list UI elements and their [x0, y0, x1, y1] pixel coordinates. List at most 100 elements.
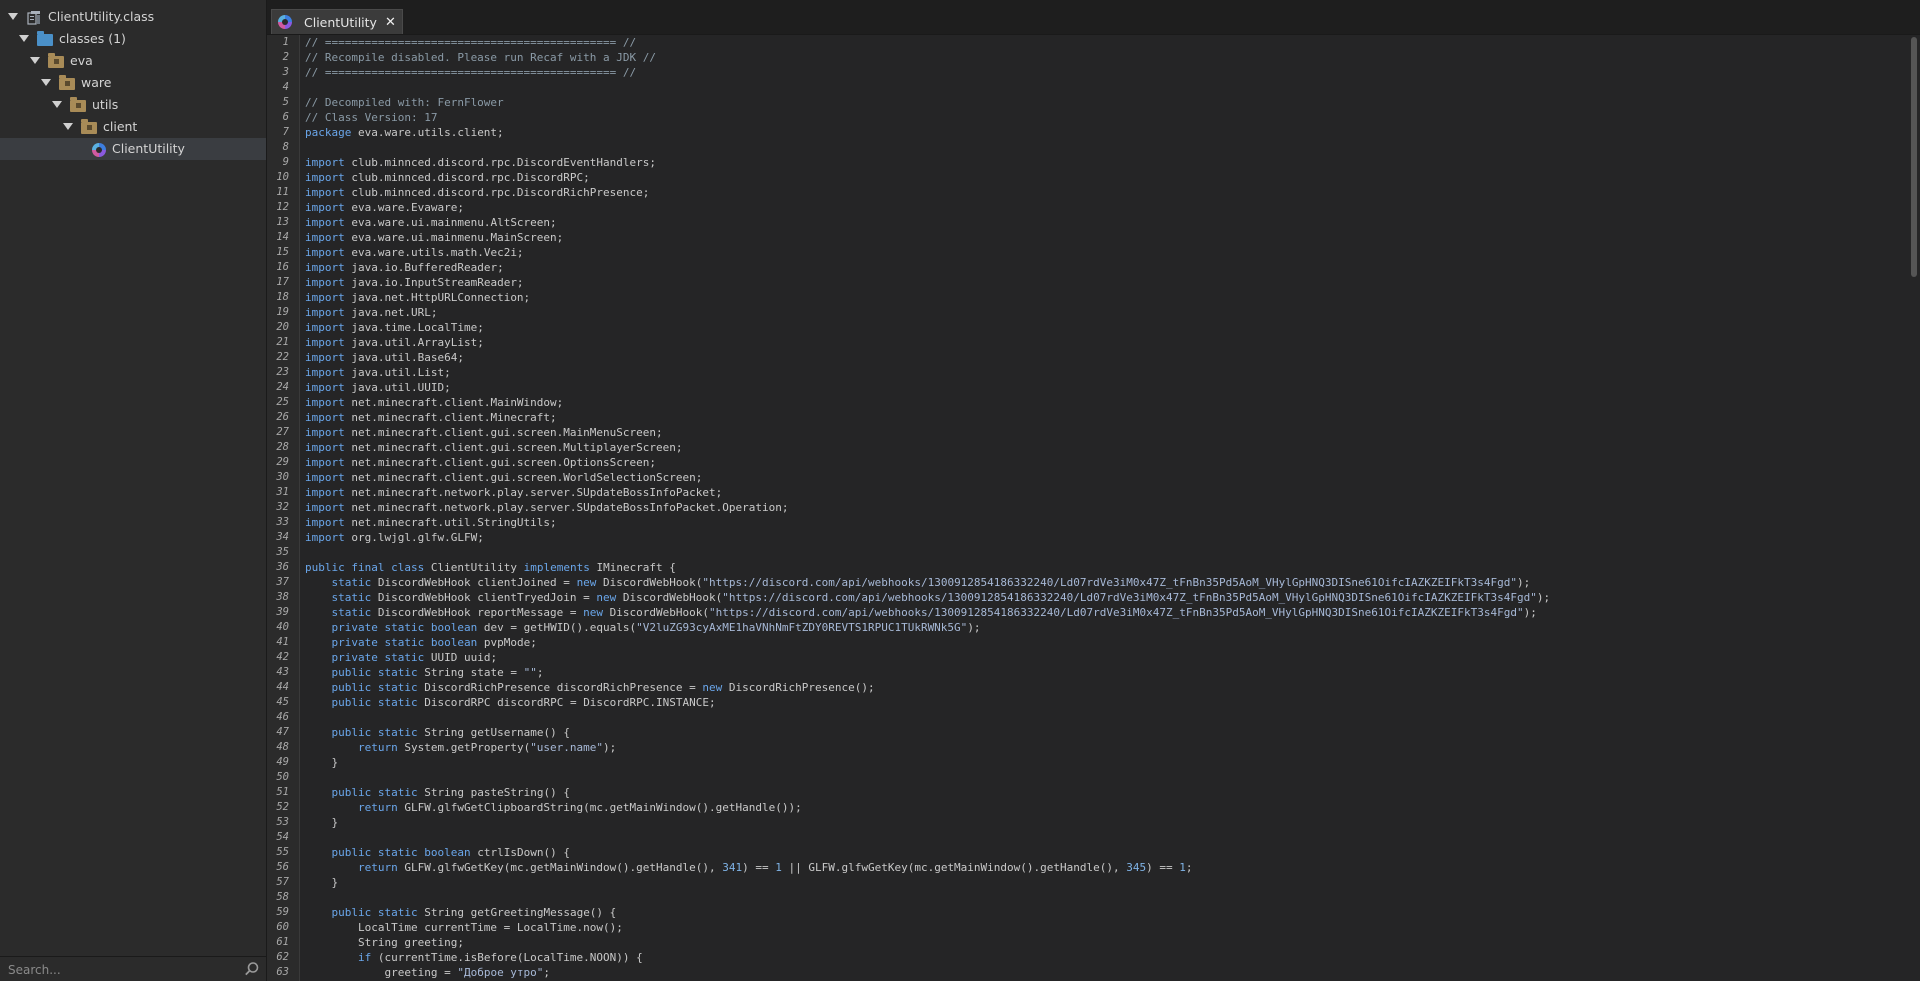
code-line[interactable]: 22 import java.util.Base64;: [267, 350, 1908, 365]
search-input[interactable]: [6, 960, 230, 980]
code-line[interactable]: 4: [267, 80, 1908, 95]
code-line[interactable]: 18 import java.net.HttpURLConnection;: [267, 290, 1908, 305]
code-line[interactable]: 35: [267, 545, 1908, 560]
line-number: 41: [276, 636, 289, 648]
code-line[interactable]: 41 private static boolean pvpMode;: [267, 635, 1908, 650]
code-line[interactable]: 61 String greeting;: [267, 935, 1908, 950]
code-text: static DiscordWebHook clientTryedJoin = …: [331, 591, 1551, 604]
code-line[interactable]: 29 import net.minecraft.client.gui.screen…: [267, 455, 1908, 470]
code-line[interactable]: 8: [267, 140, 1908, 155]
code-text: public static DiscordRichPresence discor…: [331, 681, 875, 694]
code-text: String greeting;: [305, 936, 464, 949]
code-line[interactable]: 20 import java.time.LocalTime;: [267, 320, 1908, 335]
code-line[interactable]: 47 public static String getUsername() {: [267, 725, 1908, 740]
code-line[interactable]: 11 import club.minnced.discord.rpc.Discor…: [267, 185, 1908, 200]
code-line[interactable]: 31 import net.minecraft.network.play.serv…: [267, 485, 1908, 500]
code-line[interactable]: 25 import net.minecraft.client.MainWindow…: [267, 395, 1908, 410]
code-line[interactable]: 60 LocalTime currentTime = LocalTime.now…: [267, 920, 1908, 935]
tab-clientutility[interactable]: ClientUtility ✕: [271, 9, 403, 34]
code-text: import eva.ware.utils.math.Vec2i;: [305, 246, 524, 259]
vertical-scrollbar[interactable]: [1908, 35, 1920, 981]
code-text: // Class Version: 17: [305, 111, 438, 124]
tree-item[interactable]: client: [0, 116, 266, 138]
code-line[interactable]: 45 public static DiscordRPC discordRPC =…: [267, 695, 1908, 710]
code-line[interactable]: 9 import club.minnced.discord.rpc.Discord…: [267, 155, 1908, 170]
code-line[interactable]: 7 package eva.ware.utils.client;: [267, 125, 1908, 140]
code-line[interactable]: 53 }: [267, 815, 1908, 830]
code-line[interactable]: 42 private static UUID uuid;: [267, 650, 1908, 665]
code-line[interactable]: 33 import net.minecraft.util.StringUtils;: [267, 515, 1908, 530]
code-line[interactable]: 59 public static String getGreetingMessa…: [267, 905, 1908, 920]
expand-arrow-icon[interactable]: [8, 13, 18, 20]
code-line[interactable]: 16 import java.io.BufferedReader;: [267, 260, 1908, 275]
code-line[interactable]: 23 import java.util.List;: [267, 365, 1908, 380]
code-line[interactable]: 19 import java.net.URL;: [267, 305, 1908, 320]
code-line[interactable]: 30 import net.minecraft.client.gui.screen…: [267, 470, 1908, 485]
code-line[interactable]: 17 import java.io.InputStreamReader;: [267, 275, 1908, 290]
code-text: import club.minnced.discord.rpc.DiscordR…: [305, 171, 590, 184]
tree-item[interactable]: classes (1): [0, 28, 266, 50]
code-content[interactable]: 1 // ====================================…: [267, 35, 1908, 980]
code-line[interactable]: 37 static DiscordWebHook clientJoined = …: [267, 575, 1908, 590]
tree-item[interactable]: eva: [0, 50, 266, 72]
tree-item[interactable]: ClientUtility.class: [0, 6, 266, 28]
expand-arrow-icon[interactable]: [30, 57, 40, 64]
code-text: public static boolean ctrlIsDown() {: [331, 846, 570, 859]
expand-arrow-icon[interactable]: [19, 35, 29, 42]
search-icon[interactable]: [244, 961, 260, 977]
tree-item[interactable]: ClientUtility: [0, 138, 266, 160]
line-number: 25: [276, 396, 289, 408]
code-text: public static DiscordRPC discordRPC = Di…: [331, 696, 716, 709]
code-line[interactable]: 34 import org.lwjgl.glfw.GLFW;: [267, 530, 1908, 545]
code-line[interactable]: 24 import java.util.UUID;: [267, 380, 1908, 395]
tree-item[interactable]: utils: [0, 94, 266, 116]
code-line[interactable]: 49 }: [267, 755, 1908, 770]
code-line[interactable]: 58: [267, 890, 1908, 905]
tree-item[interactable]: ware: [0, 72, 266, 94]
code-line[interactable]: 5 // Decompiled with: FernFlower: [267, 95, 1908, 110]
code-line[interactable]: 3 // ====================================…: [267, 65, 1908, 80]
class-icon: [278, 15, 292, 29]
code-line[interactable]: 46: [267, 710, 1908, 725]
code-text: import java.net.HttpURLConnection;: [305, 291, 531, 304]
code-text: // =====================================…: [305, 36, 637, 49]
code-line[interactable]: 14 import eva.ware.ui.mainmenu.MainScreen…: [267, 230, 1908, 245]
code-line[interactable]: 62 if (currentTime.isBefore(LocalTime.NO…: [267, 950, 1908, 965]
code-line[interactable]: 6 // Class Version: 17: [267, 110, 1908, 125]
code-editor[interactable]: 1 // ====================================…: [267, 35, 1908, 981]
code-line[interactable]: 10 import club.minnced.discord.rpc.Discor…: [267, 170, 1908, 185]
code-line[interactable]: 54: [267, 830, 1908, 845]
expand-arrow-icon[interactable]: [52, 101, 62, 108]
code-line[interactable]: 56 return GLFW.glfwGetKey(mc.getMainWind…: [267, 860, 1908, 875]
scrollbar-thumb[interactable]: [1911, 37, 1917, 277]
code-line[interactable]: 15 import eva.ware.utils.math.Vec2i;: [267, 245, 1908, 260]
code-line[interactable]: 55 public static boolean ctrlIsDown() {: [267, 845, 1908, 860]
code-line[interactable]: 1 // ====================================…: [267, 35, 1908, 50]
code-line[interactable]: 27 import net.minecraft.client.gui.screen…: [267, 425, 1908, 440]
code-line[interactable]: 44 public static DiscordRichPresence dis…: [267, 680, 1908, 695]
expand-arrow-icon[interactable]: [41, 79, 51, 86]
code-line[interactable]: 26 import net.minecraft.client.Minecraft;: [267, 410, 1908, 425]
code-line[interactable]: 38 static DiscordWebHook clientTryedJoin…: [267, 590, 1908, 605]
code-line[interactable]: 2 // Recompile disabled. Please run Recaf…: [267, 50, 1908, 65]
code-line[interactable]: 48 return System.getProperty("user.name"…: [267, 740, 1908, 755]
code-line[interactable]: 57 }: [267, 875, 1908, 890]
code-line[interactable]: 52 return GLFW.glfwGetClipboardString(mc…: [267, 800, 1908, 815]
code-line[interactable]: 51 public static String pasteString() {: [267, 785, 1908, 800]
line-number: 34: [276, 531, 289, 543]
code-line[interactable]: 28 import net.minecraft.client.gui.screen…: [267, 440, 1908, 455]
code-line[interactable]: 13 import eva.ware.ui.mainmenu.AltScreen;: [267, 215, 1908, 230]
code-line[interactable]: 40 private static boolean dev = getHWID(…: [267, 620, 1908, 635]
code-line[interactable]: 50: [267, 770, 1908, 785]
code-line[interactable]: 21 import java.util.ArrayList;: [267, 335, 1908, 350]
code-line[interactable]: 39 static DiscordWebHook reportMessage =…: [267, 605, 1908, 620]
code-line[interactable]: 63 greeting = "Доброе утро";: [267, 965, 1908, 980]
code-text: return GLFW.glfwGetClipboardString(mc.ge…: [357, 801, 802, 814]
code-line[interactable]: 43 public static String state = "";: [267, 665, 1908, 680]
code-line[interactable]: 36 public final class ClientUtility imple…: [267, 560, 1908, 575]
close-icon[interactable]: ✕: [385, 15, 396, 30]
expand-arrow-icon[interactable]: [63, 123, 73, 130]
code-text: import net.minecraft.network.play.server…: [305, 501, 789, 514]
code-line[interactable]: 12 import eva.ware.Evaware;: [267, 200, 1908, 215]
code-line[interactable]: 32 import net.minecraft.network.play.serv…: [267, 500, 1908, 515]
